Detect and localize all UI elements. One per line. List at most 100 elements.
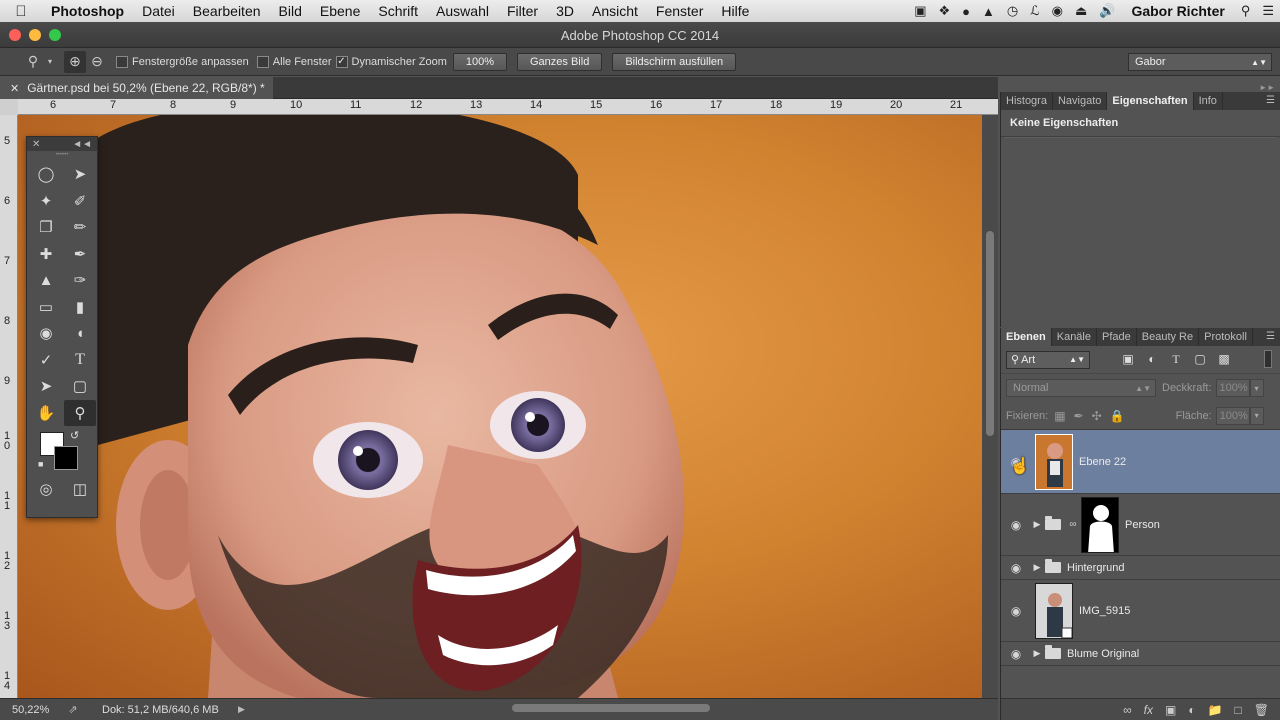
mask-link-icon[interactable]: ∞ <box>1067 519 1079 530</box>
menu-3d[interactable]: 3D <box>547 3 583 19</box>
tab-paths[interactable]: Pfade <box>1097 328 1137 346</box>
background-color-swatch[interactable] <box>54 446 78 470</box>
blend-mode-select[interactable]: Normal ▲▼ <box>1006 379 1156 397</box>
pixel-filter-icon[interactable]: ▣ <box>1120 352 1136 367</box>
collapse-panel-icon[interactable]: ◄◄ <box>72 139 92 150</box>
collapse-dock-icon[interactable]: ►► <box>1259 83 1275 92</box>
adjustment-filter-icon[interactable]: ◐ <box>1144 352 1160 367</box>
default-colors-icon[interactable]: ■ <box>38 459 43 469</box>
layer-name[interactable]: Blume Original <box>1067 648 1139 660</box>
layer-name[interactable]: Person <box>1125 519 1160 531</box>
link-layers-icon[interactable]: ∞ <box>1123 703 1132 717</box>
layer-name[interactable]: Ebene 22 <box>1079 456 1126 468</box>
brush-tool-icon[interactable]: ✒ <box>64 241 96 268</box>
group-mask-thumbnail[interactable] <box>1081 496 1119 553</box>
screen-icon[interactable]: ▣ <box>908 3 932 19</box>
blur-tool-icon[interactable]: ◉ <box>30 320 62 347</box>
expand-group-icon[interactable]: ▶ <box>1031 519 1043 530</box>
zoom-tool-icon[interactable]: ⚲ <box>22 51 44 73</box>
swap-colors-icon[interactable]: ↺ <box>70 429 79 442</box>
zoom-out-icon[interactable]: ⊖ <box>86 51 108 73</box>
hand-tool-icon[interactable]: ✋ <box>30 400 62 427</box>
ruler-origin[interactable] <box>0 99 18 115</box>
rectangle-tool-icon[interactable]: ▢ <box>64 373 96 400</box>
airplay-icon[interactable]: ▲ <box>976 4 1001 19</box>
close-panel-icon[interactable]: ✕ <box>32 139 40 150</box>
tool-preset-dropdown-icon[interactable]: ▾ <box>44 51 56 73</box>
wifi-icon[interactable]: ◉ <box>1046 3 1069 19</box>
expand-group-icon[interactable]: ▶ <box>1031 648 1043 659</box>
layer-row-blume-original[interactable]: ◉ ▶ Blume Original <box>1001 642 1280 666</box>
layer-name[interactable]: Hintergrund <box>1067 562 1124 574</box>
menu-filter[interactable]: Filter <box>498 3 547 19</box>
document-tab[interactable]: ✕ Gärtner.psd bei 50,2% (Ebene 22, RGB/8… <box>0 77 273 99</box>
dynamic-zoom-checkbox[interactable]: ✓ Dynamischer Zoom <box>335 55 447 68</box>
pen-tool-icon[interactable]: ✓ <box>30 347 62 374</box>
workspace-select[interactable]: Gabor ▲▼ <box>1128 53 1272 71</box>
visibility-eye-icon[interactable]: ◉ <box>1001 604 1031 618</box>
layer-row-person[interactable]: ◉ ▶ ∞ Person <box>1001 494 1280 556</box>
lock-pixels-icon[interactable]: ✒ <box>1074 409 1084 423</box>
lock-all-icon[interactable]: 🔒 <box>1110 409 1125 423</box>
menu-app[interactable]: Photoshop <box>42 3 133 19</box>
menu-schrift[interactable]: Schrift <box>369 3 427 19</box>
zoom-level[interactable]: 50,22% <box>0 704 58 716</box>
visibility-eye-icon[interactable]: ◉ <box>1001 647 1031 661</box>
bluetooth-icon[interactable]: ℒ <box>1024 3 1045 19</box>
gradient-tool-icon[interactable]: ▮ <box>64 294 96 321</box>
tools-panel-header[interactable]: ✕ ◄◄ <box>27 137 97 151</box>
layer-thumbnail[interactable] <box>1035 582 1073 639</box>
panel-menu-icon[interactable]: ☰ <box>1266 95 1275 106</box>
layer-row-img-5915[interactable]: ◉ IMG_5915 <box>1001 580 1280 642</box>
zoom-100-button[interactable]: 100% <box>452 52 507 71</box>
elliptical-marquee-tool-icon[interactable]: ◯ <box>30 161 62 188</box>
notifications-icon[interactable]: ☰ <box>1256 3 1280 19</box>
volume-icon[interactable]: 🔊 <box>1093 3 1121 19</box>
time-machine-icon[interactable]: ◷ <box>1001 3 1024 19</box>
close-document-icon[interactable]: ✕ <box>10 82 19 95</box>
screen-mode-icon[interactable]: ◫ <box>64 476 96 503</box>
tab-history[interactable]: Protokoll <box>1199 328 1253 346</box>
adjustment-layer-icon[interactable]: ◐ <box>1188 703 1195 717</box>
menu-ebene[interactable]: Ebene <box>311 3 369 19</box>
zoom-tool-icon[interactable]: ⚲ <box>64 399 96 426</box>
vertical-scroll-thumb[interactable] <box>986 231 994 436</box>
tab-beauty-retouch[interactable]: Beauty Re <box>1137 328 1200 346</box>
share-icon[interactable]: ⇗ <box>58 703 88 716</box>
filter-toggle-switch[interactable] <box>1264 350 1272 368</box>
menu-bild[interactable]: Bild <box>270 3 311 19</box>
document-canvas[interactable] <box>18 115 982 698</box>
tab-properties[interactable]: Eigenschaften <box>1107 92 1194 110</box>
new-group-icon[interactable]: 📁 <box>1208 703 1223 717</box>
menu-bearbeiten[interactable]: Bearbeiten <box>184 3 270 19</box>
spotlight-search-icon[interactable]: ⚲ <box>1235 3 1257 19</box>
menu-ansicht[interactable]: Ansicht <box>583 3 647 19</box>
delete-layer-icon[interactable]: 🗑 <box>1254 703 1269 717</box>
dropbox-icon[interactable]: ❖ <box>933 3 957 19</box>
lock-position-icon[interactable]: ✣ <box>1092 409 1102 423</box>
fill-dropdown-icon[interactable]: ▾ <box>1249 406 1264 425</box>
tab-channels[interactable]: Kanäle <box>1052 328 1097 346</box>
crop-tool-icon[interactable]: ❐ <box>30 214 62 241</box>
new-layer-icon[interactable]: □ <box>1235 703 1242 717</box>
panel-menu-icon[interactable]: ☰ <box>1266 331 1275 342</box>
layer-row-hintergrund[interactable]: ◉ ▶ Hintergrund <box>1001 556 1280 580</box>
apple-icon[interactable]:  <box>0 3 42 20</box>
clone-stamp-tool-icon[interactable]: ▲ <box>30 267 62 294</box>
move-tool-icon[interactable]: ➤ <box>64 161 96 188</box>
vertical-ruler[interactable]: 5 6 7 8 9 1 0 1 1 1 2 1 3 1 4 <box>0 115 18 698</box>
visibility-eye-icon[interactable]: ◉ <box>1001 518 1031 532</box>
layer-row-ebene-22[interactable]: ◉ Ebene 22 <box>1001 430 1280 494</box>
layer-thumbnail[interactable] <box>1035 433 1073 490</box>
eyedropper-tool-icon[interactable]: ✏ <box>64 214 96 241</box>
horizontal-ruler[interactable]: 6 7 8 9 10 11 12 13 14 15 16 17 18 19 20… <box>18 99 998 115</box>
layer-style-icon[interactable]: fx <box>1144 703 1153 717</box>
polygonal-lasso-tool-icon[interactable]: ✦ <box>30 188 62 215</box>
tab-info[interactable]: Info <box>1194 92 1223 110</box>
horizontal-scroll-thumb[interactable] <box>512 704 710 712</box>
visibility-eye-icon[interactable]: ◉ <box>1001 561 1031 575</box>
menu-auswahl[interactable]: Auswahl <box>427 3 498 19</box>
tab-navigator[interactable]: Navigato <box>1053 92 1108 110</box>
quick-selection-tool-icon[interactable]: ✐ <box>64 188 96 215</box>
all-windows-checkbox[interactable]: Alle Fenster <box>256 55 332 68</box>
